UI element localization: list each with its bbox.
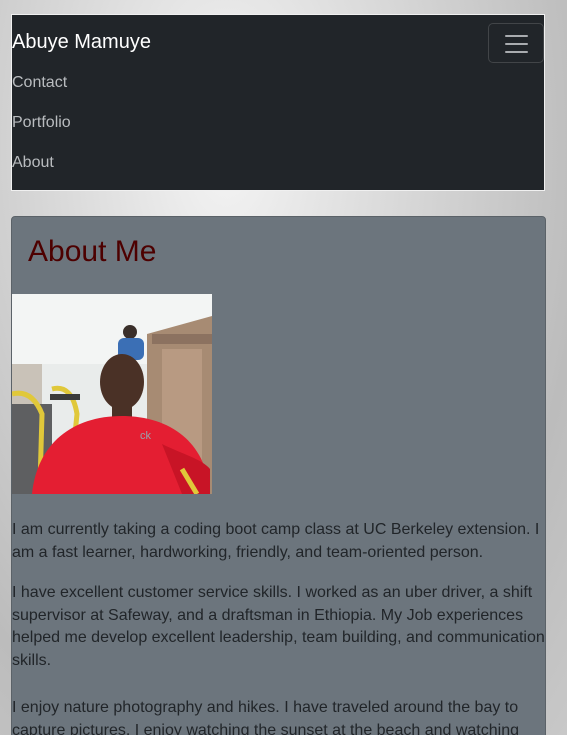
profile-photo: ck [12,294,212,494]
navbar-toggle-button[interactable] [488,23,544,63]
about-card: About Me ck I am currently taking a codi… [11,216,546,735]
svg-text:ck: ck [140,430,152,442]
nav-link-about[interactable]: About [12,154,54,172]
nav-link-portfolio[interactable]: Portfolio [12,114,71,132]
bio-paragraph-3: I enjoy nature photography and hikes. I … [12,699,519,735]
nav-link-contact[interactable]: Contact [12,74,67,92]
bio-paragraph-2: I have excellent customer service skills… [12,584,545,669]
navbar-brand[interactable]: Abuye Mamuye [12,31,151,54]
about-heading: About Me [28,235,157,268]
bio-paragraph-1: I am currently taking a coding boot camp… [12,521,540,561]
navbar: Abuye Mamuye Contact Portfolio About [11,14,545,191]
